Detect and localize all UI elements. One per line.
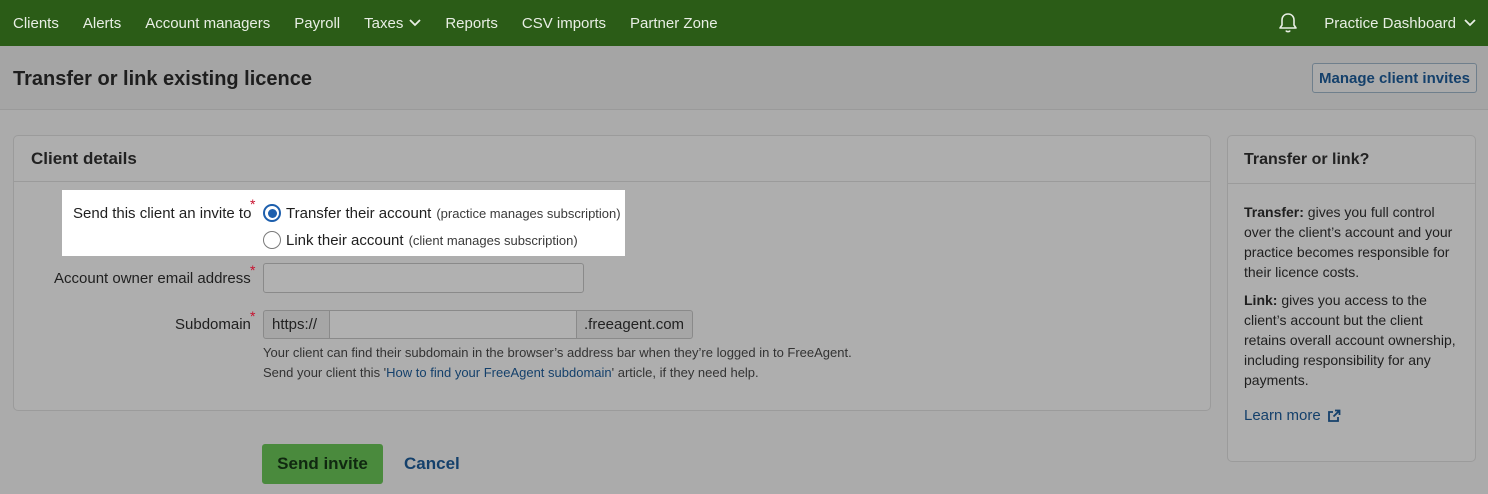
nav-alerts[interactable]: Alerts	[83, 15, 121, 32]
radio-transfer-label: Transfer their account	[286, 204, 432, 222]
subdomain-prefix: https://	[263, 310, 330, 339]
page-title: Transfer or link existing licence	[13, 68, 313, 90]
invite-type-label: Send this client an invite to	[73, 205, 252, 222]
link-description: Link: gives you access to the client’s a…	[1244, 292, 1456, 388]
email-label: Account owner email address	[54, 270, 251, 287]
required-marker: *	[250, 196, 256, 212]
learn-more-link[interactable]: Learn more	[1244, 406, 1459, 426]
email-field[interactable]	[263, 263, 584, 293]
required-marker: *	[250, 308, 256, 324]
radio-link-label: Link their account	[286, 231, 404, 249]
transfer-description: Transfer: gives you full control over th…	[1244, 204, 1453, 280]
nav-payroll[interactable]: Payroll	[294, 15, 340, 32]
subdomain-suffix: .freeagent.com	[576, 310, 693, 339]
panel-title: Client details	[14, 136, 1210, 182]
chevron-down-icon	[409, 19, 421, 27]
bell-icon[interactable]	[1276, 11, 1300, 35]
sidebar-title: Transfer or link?	[1228, 136, 1475, 184]
nav-right: Practice Dashboard	[1276, 11, 1488, 35]
subdomain-help-line-2: Send your client this 'How to find your …	[263, 365, 759, 380]
subdomain-help-line-1: Your client can find their subdomain in …	[263, 345, 852, 360]
radio-link-hint: (client manages subscription)	[408, 232, 578, 248]
radio-transfer[interactable]: Transfer their account (practice manages…	[263, 204, 621, 222]
radio-transfer-control[interactable]	[263, 204, 281, 222]
cancel-link[interactable]: Cancel	[404, 454, 460, 474]
radio-link[interactable]: Link their account (client manages subsc…	[263, 231, 578, 249]
top-nav: Clients Alerts Account managers Payroll …	[0, 0, 1488, 46]
nav-account-managers[interactable]: Account managers	[145, 15, 270, 32]
subdomain-label: Subdomain	[175, 316, 251, 333]
nav-clients[interactable]: Clients	[13, 15, 59, 32]
external-link-icon	[1327, 409, 1341, 422]
required-marker: *	[250, 262, 256, 278]
nav-taxes[interactable]: Taxes	[364, 15, 421, 32]
manage-client-invites-button[interactable]: Manage client invites	[1312, 63, 1477, 93]
transfer-or-link-sidebar: Transfer or link? Transfer: gives you fu…	[1227, 135, 1476, 462]
subdomain-input[interactable]	[329, 310, 577, 339]
send-invite-button[interactable]: Send invite	[262, 444, 383, 484]
nav-partner-zone[interactable]: Partner Zone	[630, 15, 718, 32]
practice-dashboard-menu[interactable]: Practice Dashboard	[1324, 15, 1476, 32]
nav-reports[interactable]: Reports	[445, 15, 498, 32]
nav-csv-imports[interactable]: CSV imports	[522, 15, 606, 32]
radio-transfer-hint: (practice manages subscription)	[436, 205, 621, 221]
title-bar: Transfer or link existing licence Manage…	[0, 46, 1488, 110]
subdomain-help-link[interactable]: How to find your FreeAgent subdomain	[386, 365, 611, 380]
radio-link-control[interactable]	[263, 231, 281, 249]
sidebar-body: Transfer: gives you full control over th…	[1228, 184, 1475, 426]
chevron-down-icon	[1464, 19, 1476, 27]
